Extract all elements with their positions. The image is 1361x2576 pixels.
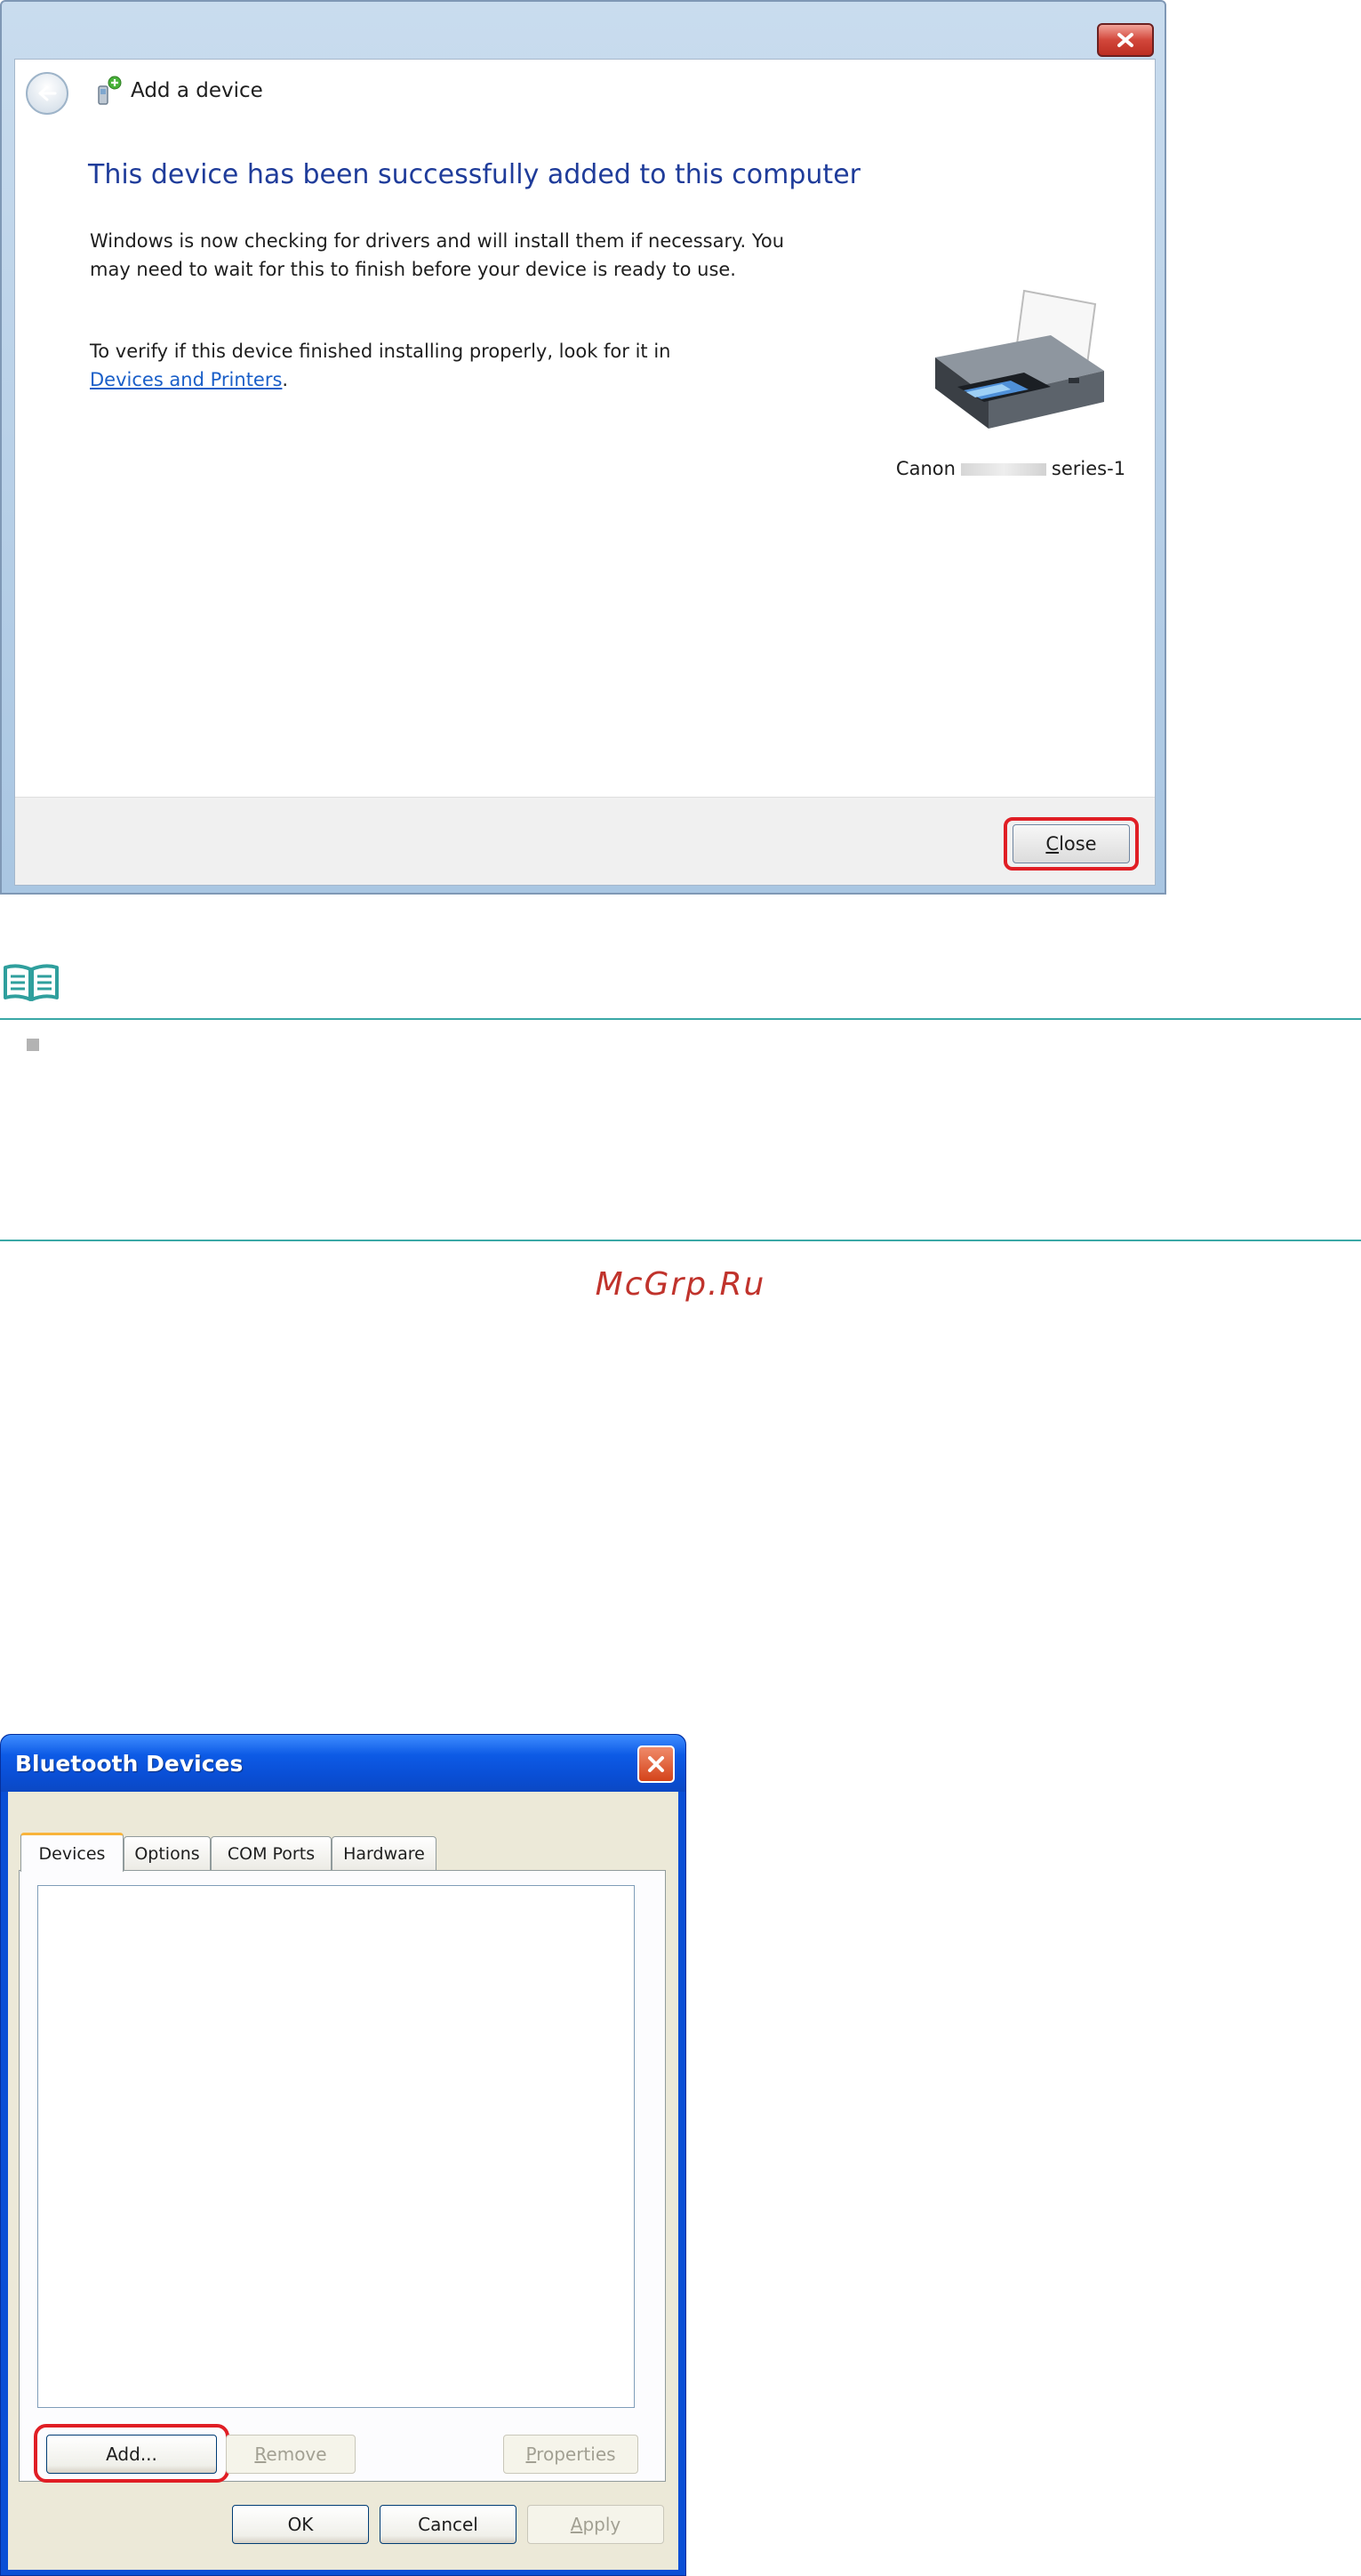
window-title: Add a device — [131, 79, 263, 102]
device-name-label: Canon series-1 — [877, 458, 1144, 479]
add-button[interactable]: Add... — [46, 2435, 217, 2474]
apply-button[interactable]: Apply — [527, 2505, 664, 2544]
close-icon — [1117, 33, 1133, 47]
bluetooth-title-bar: Bluetooth Devices — [1, 1735, 685, 1792]
verify-info-suffix: . — [282, 369, 289, 390]
back-arrow-icon — [38, 85, 57, 101]
masked-model-number — [960, 463, 1046, 476]
add-device-window: Add a device This device has been succes… — [0, 0, 1166, 895]
devices-and-printers-link[interactable]: Devices and Printers — [90, 369, 282, 390]
success-heading: This device has been successfully added … — [88, 159, 861, 190]
tab-hardware[interactable]: Hardware — [332, 1836, 436, 1870]
add-device-icon — [98, 76, 122, 105]
back-button[interactable] — [26, 72, 68, 115]
remove-button[interactable]: Remove — [226, 2435, 356, 2474]
watermark-text: McGrp.Ru — [595, 1266, 766, 1303]
note-bullet — [27, 1039, 39, 1051]
device-brand: Canon — [895, 458, 956, 479]
wizard-content: Add a device This device has been succes… — [14, 59, 1156, 886]
bluetooth-devices-window: Bluetooth Devices Devices Options COM Po… — [0, 1734, 686, 2576]
tab-options[interactable]: Options — [124, 1836, 211, 1870]
tab-com-ports[interactable]: COM Ports — [211, 1836, 332, 1870]
printer-icon — [935, 289, 1104, 429]
wizard-footer: Close — [15, 797, 1155, 885]
window-close-button[interactable] — [1097, 23, 1154, 57]
devices-tab-panel: Add... Remove Properties — [19, 1870, 666, 2483]
driver-info-text: Windows is now checking for drivers and … — [90, 230, 785, 280]
bluetooth-window-title: Bluetooth Devices — [15, 1751, 244, 1777]
tab-devices[interactable]: Devices — [20, 1833, 124, 1872]
note-book-icon — [4, 964, 59, 1001]
verify-info-text: To verify if this device finished instal… — [90, 337, 819, 394]
cancel-button[interactable]: Cancel — [380, 2505, 516, 2544]
close-button[interactable]: Close — [1013, 824, 1130, 863]
note-top-divider — [0, 1018, 1361, 1020]
bluetooth-client-area: Devices Options COM Ports Hardware Add..… — [8, 1792, 678, 2570]
verify-info-prefix: To verify if this device finished instal… — [90, 341, 671, 362]
ok-button[interactable]: OK — [232, 2505, 369, 2544]
device-series: series-1 — [1051, 458, 1126, 479]
device-list[interactable] — [37, 1885, 635, 2408]
note-bottom-divider — [0, 1240, 1361, 1241]
wizard-header: Add a device — [15, 60, 1155, 122]
close-icon — [648, 1756, 664, 1772]
bluetooth-close-button[interactable] — [637, 1745, 675, 1783]
properties-button[interactable]: Properties — [503, 2435, 638, 2474]
